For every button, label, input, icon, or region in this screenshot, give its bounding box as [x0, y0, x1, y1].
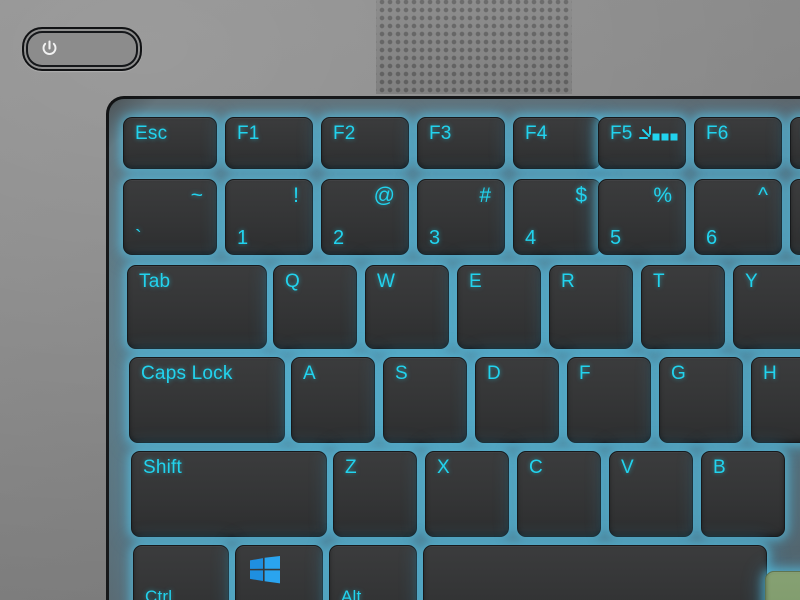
key-shift-symbol: # [479, 184, 491, 207]
key-label: R [561, 271, 575, 292]
key-label: W [377, 271, 396, 292]
key-y[interactable]: Y [733, 265, 800, 349]
key-2[interactable]: @ 2 [321, 179, 409, 255]
key-label: Caps Lock [141, 363, 233, 384]
key-base-symbol: ` [135, 227, 142, 249]
key-base-symbol: 1 [237, 227, 249, 249]
key-c[interactable]: C [517, 451, 601, 537]
key-label: Alt [341, 587, 362, 600]
key-label: S [395, 363, 408, 384]
key-label: Z [345, 457, 357, 478]
key-label: B [713, 457, 726, 478]
key-shift-symbol: % [653, 184, 672, 207]
key-g[interactable]: G [659, 357, 743, 443]
key-tab[interactable]: Tab [127, 265, 267, 349]
key-label: Esc [135, 123, 168, 144]
key-label: T [653, 271, 665, 292]
key-label: F5 [610, 123, 633, 144]
key-unknown-green[interactable] [765, 571, 800, 600]
key-label: F1 [237, 123, 260, 144]
key-f[interactable]: F [567, 357, 651, 443]
key-backtick[interactable]: ~ ` [123, 179, 217, 255]
key-z[interactable]: Z [333, 451, 417, 537]
key-1[interactable]: ! 1 [225, 179, 313, 255]
key-d[interactable]: D [475, 357, 559, 443]
key-label: A [303, 363, 316, 384]
key-label: Q [285, 271, 300, 292]
key-r[interactable]: R [549, 265, 633, 349]
key-shift-symbol: @ [373, 184, 395, 207]
key-b[interactable]: B [701, 451, 785, 537]
key-5[interactable]: % 5 [598, 179, 686, 255]
key-shift-symbol: ~ [190, 184, 203, 207]
key-label: D [487, 363, 501, 384]
key-label: H [763, 363, 777, 384]
key-label: F6 [706, 123, 729, 144]
key-caps-lock[interactable]: Caps Lock [129, 357, 285, 443]
key-base-symbol: 3 [429, 227, 441, 249]
key-f6[interactable]: F6 [694, 117, 782, 169]
key-base-symbol: 6 [706, 227, 718, 249]
key-alt-left[interactable]: Alt [329, 545, 417, 600]
key-f7[interactable]: F7 [790, 117, 800, 169]
key-label: Y [745, 271, 758, 292]
keyboard-deck: Esc F1 F2 F3 F4 F5 F6 ~ ` ! 1 @ 2 # 3 $ … [106, 96, 800, 600]
key-f5[interactable]: F5 [598, 117, 686, 169]
key-w[interactable]: W [365, 265, 449, 349]
key-windows[interactable] [235, 545, 323, 600]
key-f3[interactable]: F3 [417, 117, 505, 169]
power-button[interactable] [22, 27, 142, 71]
key-shift-symbol: ! [293, 184, 299, 207]
key-label: Shift [143, 457, 183, 478]
key-label: F4 [525, 123, 548, 144]
windows-logo-icon [250, 556, 280, 584]
key-7[interactable]: & 7 [790, 179, 800, 255]
key-base-symbol: 2 [333, 227, 345, 249]
key-space[interactable] [423, 545, 767, 600]
key-shift-symbol: $ [575, 184, 587, 207]
screenshot-root: Esc F1 F2 F3 F4 F5 F6 ~ ` ! 1 @ 2 # 3 $ … [0, 0, 800, 600]
key-a[interactable]: A [291, 357, 375, 443]
key-h[interactable]: H [751, 357, 800, 443]
key-label: V [621, 457, 634, 478]
key-s[interactable]: S [383, 357, 467, 443]
key-label: Tab [139, 271, 171, 292]
key-q[interactable]: Q [273, 265, 357, 349]
key-label: E [469, 271, 482, 292]
key-3[interactable]: # 3 [417, 179, 505, 255]
speaker-grille [376, 0, 572, 94]
key-label: G [671, 363, 686, 384]
key-base-symbol: 4 [525, 227, 537, 249]
key-shift-symbol: ^ [758, 184, 768, 207]
key-base-symbol: 5 [610, 227, 622, 249]
key-label: F2 [333, 123, 356, 144]
key-t[interactable]: T [641, 265, 725, 349]
key-label: X [437, 457, 450, 478]
keyboard-backlight-icon [639, 126, 678, 141]
key-shift-left[interactable]: Shift [131, 451, 327, 537]
key-label: F3 [429, 123, 452, 144]
power-icon [42, 40, 57, 55]
key-label: F [579, 363, 591, 384]
key-4[interactable]: $ 4 [513, 179, 601, 255]
key-f2[interactable]: F2 [321, 117, 409, 169]
key-f1[interactable]: F1 [225, 117, 313, 169]
key-x[interactable]: X [425, 451, 509, 537]
key-ctrl-left[interactable]: Ctrl [133, 545, 229, 600]
key-6[interactable]: ^ 6 [694, 179, 782, 255]
key-e[interactable]: E [457, 265, 541, 349]
key-f4[interactable]: F4 [513, 117, 601, 169]
key-label: Ctrl [145, 587, 173, 600]
key-esc[interactable]: Esc [123, 117, 217, 169]
key-label: C [529, 457, 543, 478]
key-v[interactable]: V [609, 451, 693, 537]
